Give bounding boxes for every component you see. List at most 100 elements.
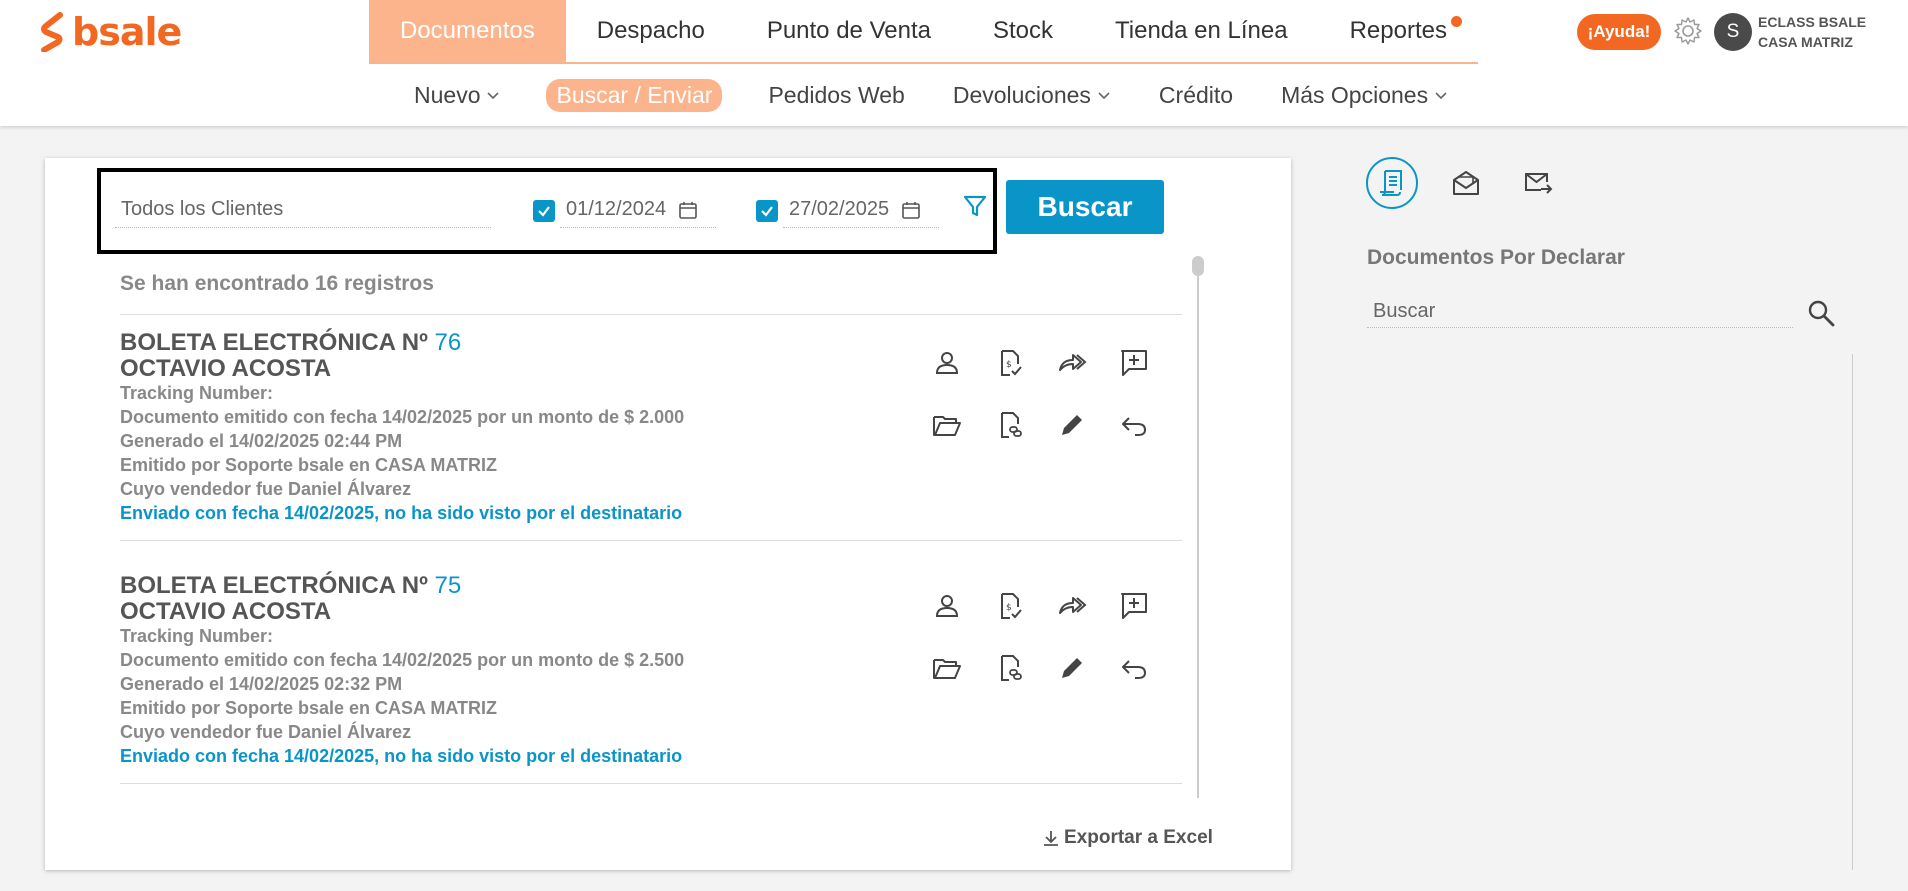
document-item: BOLETA ELECTRÓNICA Nº 75 OCTAVIO ACOSTA … <box>120 573 1182 768</box>
folder-open-icon[interactable] <box>932 410 962 440</box>
main-nav-punto-de-venta[interactable]: Punto de Venta <box>736 0 962 62</box>
company-name: ECLASS BSALE <box>1758 14 1867 30</box>
forward-icon[interactable] <box>1057 591 1087 621</box>
side-panel-divider <box>1852 354 1853 870</box>
folder-open-icon[interactable] <box>932 653 962 683</box>
pencil-icon[interactable] <box>1057 410 1087 440</box>
search-icon[interactable] <box>1806 298 1836 328</box>
main-nav-label: Punto de Venta <box>766 17 931 44</box>
document-tracking: Tracking Number: <box>120 626 274 646</box>
main-nav: Documentos Despacho Punto de Venta Stock… <box>369 0 1478 64</box>
main-nav-label: Stock <box>992 17 1053 44</box>
download-icon <box>1044 831 1058 846</box>
date-to-checkbox[interactable] <box>756 200 778 222</box>
document-emitted-by: Emitido por Soporte bsale en CASA MATRIZ <box>120 698 498 718</box>
document-receipt-icon <box>1380 170 1402 196</box>
scrollbar-thumb[interactable] <box>1192 256 1204 276</box>
sub-nav-label: Crédito <box>1158 81 1234 108</box>
document-dollar-check-icon[interactable]: $ <box>995 348 1025 378</box>
document-item: BOLETA ELECTRÓNICA Nº 76 OCTAVIO ACOSTA … <box>120 330 1182 525</box>
date-from-checkbox[interactable] <box>533 200 555 222</box>
document-link-icon[interactable] <box>995 410 1025 440</box>
main-nav-label: Tienda en Línea <box>1115 17 1288 44</box>
add-comment-icon[interactable] <box>1119 591 1149 621</box>
person-icon[interactable] <box>932 348 962 378</box>
divider <box>120 314 1182 315</box>
svg-text:$: $ <box>1006 360 1012 370</box>
document-seller: Cuyo vendedor fue Daniel Álvarez <box>120 722 412 742</box>
pencil-icon[interactable] <box>1057 653 1087 683</box>
document-number[interactable]: 76 <box>435 329 462 356</box>
main-nav-tienda-en-linea[interactable]: Tienda en Línea <box>1084 0 1319 62</box>
undo-icon[interactable] <box>1119 653 1149 683</box>
sub-nav-credito[interactable]: Crédito <box>1159 82 1233 109</box>
avatar[interactable]: S <box>1714 13 1752 51</box>
document-emitted-by: Emitido por Soporte bsale en CASA MATRIZ <box>120 455 498 475</box>
main-nav-stock[interactable]: Stock <box>962 0 1084 62</box>
date-to-value: 27/02/2025 <box>789 198 890 220</box>
divider <box>120 783 1182 784</box>
help-button[interactable]: ¡Ayuda! <box>1577 14 1661 50</box>
sub-nav-label: Buscar / Enviar <box>556 81 713 108</box>
side-search-input[interactable]: Buscar <box>1367 296 1793 328</box>
search-button[interactable]: Buscar <box>1006 180 1164 234</box>
calendar-icon[interactable] <box>678 200 698 220</box>
side-tab-documents[interactable] <box>1366 157 1418 209</box>
bsale-logo[interactable]: bsale <box>38 10 182 54</box>
branch-name: CASA MATRIZ <box>1758 34 1853 50</box>
gear-icon[interactable] <box>1672 15 1704 47</box>
main-nav-documentos[interactable]: Documentos <box>369 0 566 62</box>
date-from-field[interactable]: 01/12/2024 <box>560 192 716 228</box>
sub-nav-pedidos-web[interactable]: Pedidos Web <box>768 82 904 109</box>
scrollbar-track[interactable] <box>1197 258 1199 798</box>
main-nav-despacho[interactable]: Despacho <box>566 0 736 62</box>
filter-icon[interactable] <box>962 193 988 219</box>
sub-nav-devoluciones[interactable]: Devoluciones <box>953 82 1111 109</box>
company-info[interactable]: ECLASS BSALE CASA MATRIZ <box>1758 12 1866 52</box>
sub-nav-label: Nuevo <box>414 81 481 108</box>
sub-nav-label: Pedidos Web <box>768 81 905 108</box>
calendar-icon[interactable] <box>901 200 921 220</box>
mail-open-icon <box>1453 171 1479 195</box>
document-dollar-check-icon[interactable]: $ <box>995 591 1025 621</box>
sub-nav-nuevo[interactable]: Nuevo <box>414 82 500 109</box>
document-number[interactable]: 75 <box>435 572 462 599</box>
logo-text: bsale <box>72 10 182 54</box>
bsale-logo-icon <box>41 12 63 52</box>
add-comment-icon[interactable] <box>1119 348 1149 378</box>
check-icon <box>761 206 773 217</box>
document-type: BOLETA ELECTRÓNICA Nº <box>120 572 428 599</box>
divider <box>120 540 1182 541</box>
person-icon[interactable] <box>932 591 962 621</box>
main-nav-label: Reportes <box>1349 17 1447 44</box>
mail-send-icon <box>1525 173 1553 194</box>
results-count: Se han encontrado 16 registros <box>120 272 434 295</box>
sub-nav-label: Más Opciones <box>1281 81 1429 108</box>
forward-icon[interactable] <box>1057 348 1087 378</box>
chevron-down-icon <box>1435 92 1447 100</box>
export-excel-link[interactable]: Exportar a Excel <box>1042 827 1213 849</box>
main-nav-label: Despacho <box>596 17 705 44</box>
main-nav-reportes[interactable]: Reportes <box>1319 0 1478 62</box>
check-icon <box>538 206 550 217</box>
document-sent-status: Enviado con fecha 14/02/2025, no ha sido… <box>120 746 683 766</box>
document-sent-status: Enviado con fecha 14/02/2025, no ha sido… <box>120 503 683 523</box>
side-tab-inbox[interactable] <box>1440 157 1492 209</box>
date-to-field[interactable]: 27/02/2025 <box>783 192 939 228</box>
sub-nav-mas-opciones[interactable]: Más Opciones <box>1281 82 1448 109</box>
document-link-icon[interactable] <box>995 653 1025 683</box>
side-tab-sent[interactable] <box>1512 157 1564 209</box>
document-type: BOLETA ELECTRÓNICA Nº <box>120 329 428 356</box>
undo-icon[interactable] <box>1119 410 1149 440</box>
chevron-down-icon <box>487 92 500 100</box>
client-select[interactable]: Todos los Clientes <box>115 192 491 228</box>
side-panel-title: Documentos Por Declarar <box>1367 246 1625 269</box>
sub-nav-buscar-enviar[interactable]: Buscar / Enviar <box>546 78 723 112</box>
search-panel: Todos los Clientes 01/12/2024 27/02/2025… <box>45 158 1291 870</box>
svg-text:$: $ <box>1006 603 1012 613</box>
date-from-value: 01/12/2024 <box>566 198 667 220</box>
side-search-placeholder: Buscar <box>1373 300 1436 322</box>
sub-nav-label: Devoluciones <box>952 81 1091 108</box>
top-bar: bsale Documentos Despacho Punto de Venta… <box>0 0 1908 64</box>
chevron-down-icon <box>1098 92 1110 100</box>
